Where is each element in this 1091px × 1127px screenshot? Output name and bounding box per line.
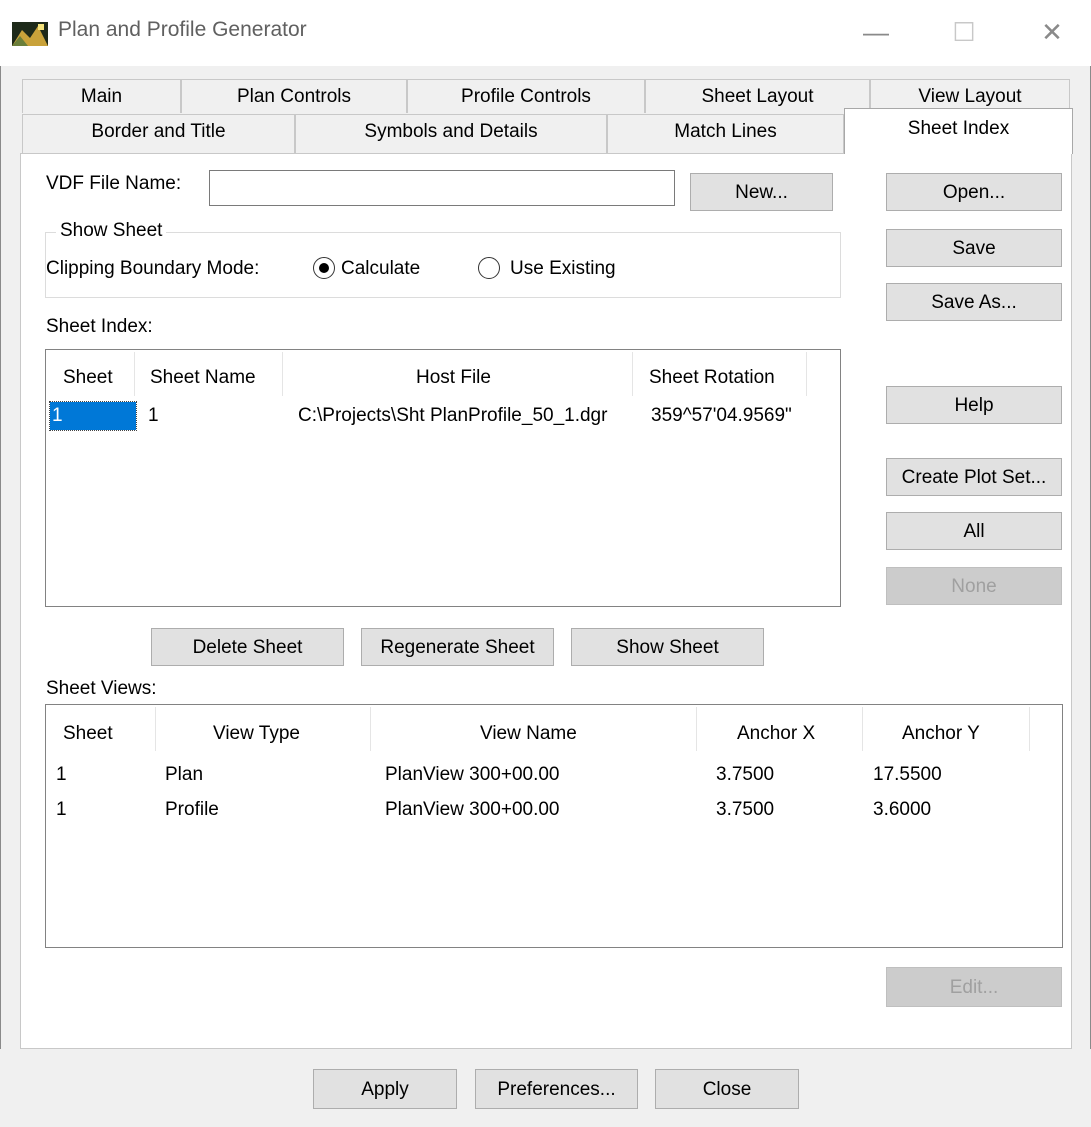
tab-label: Sheet Layout <box>701 86 814 107</box>
view-name-cell[interactable]: PlanView 300+00.00 <box>385 796 560 824</box>
column-header-sheet-rotation[interactable]: Sheet Rotation <box>649 367 775 389</box>
column-separator <box>134 352 135 396</box>
tab-profile-controls[interactable]: Profile Controls <box>407 79 645 113</box>
column-header-anchor-x[interactable]: Anchor X <box>737 723 815 745</box>
sheet-views-list[interactable]: Sheet View Type View Name Anchor X Ancho… <box>45 704 1063 948</box>
radio-dot <box>319 263 329 273</box>
apply-button[interactable]: Apply <box>313 1069 457 1109</box>
column-header-anchor-y[interactable]: Anchor Y <box>902 723 980 745</box>
sheet-rotation-cell[interactable]: 359^57'04.9569" <box>651 402 792 430</box>
host-file-cell[interactable]: C:\Projects\Sht PlanProfile_50_1.dgr <box>298 402 607 430</box>
sheet-views-label: Sheet Views: <box>46 678 157 699</box>
create-plot-set-button[interactable]: Create Plot Set... <box>886 458 1062 496</box>
tab-main[interactable]: Main <box>22 79 181 113</box>
view-type-cell[interactable]: Profile <box>165 796 219 824</box>
column-header-sheet-name[interactable]: Sheet Name <box>150 367 256 389</box>
help-button[interactable]: Help <box>886 386 1062 424</box>
title-bar: Plan and Profile Generator — ☐ ✕ <box>0 0 1091 66</box>
open-button[interactable]: Open... <box>886 173 1062 211</box>
vdf-file-name-label: VDF File Name: <box>46 173 182 194</box>
column-separator <box>806 352 807 396</box>
tab-label: Symbols and Details <box>364 121 538 142</box>
tab-label: Border and Title <box>91 121 226 142</box>
save-button[interactable]: Save <box>886 229 1062 267</box>
table-row[interactable]: 1 Profile PlanView 300+00.00 3.7500 3.60… <box>48 796 1058 824</box>
tab-label: Plan Controls <box>236 86 352 107</box>
calculate-label: Calculate <box>341 258 421 279</box>
radio-selected-icon <box>313 257 335 279</box>
use-existing-radio[interactable]: Use Existing <box>478 256 638 282</box>
none-button[interactable]: None <box>886 567 1062 605</box>
show-sheet-button[interactable]: Show Sheet <box>571 628 764 666</box>
column-header-sheet[interactable]: Sheet <box>63 367 113 389</box>
calculate-radio[interactable]: Calculate <box>313 256 443 282</box>
save-as-button[interactable]: Save As... <box>886 283 1062 321</box>
column-separator <box>632 352 633 396</box>
tab-label: Sheet Index <box>907 118 1010 139</box>
show-sheet-legend: Show Sheet <box>56 220 167 242</box>
tab-label: Main <box>80 86 123 107</box>
delete-sheet-button[interactable]: Delete Sheet <box>151 628 344 666</box>
sheet-cell[interactable]: 1 <box>56 796 67 824</box>
sheet-index-label: Sheet Index: <box>46 316 153 337</box>
tab-label: Profile Controls <box>461 86 591 107</box>
column-separator <box>862 707 863 751</box>
column-header-view-name[interactable]: View Name <box>480 723 577 745</box>
close-icon[interactable]: ✕ <box>1022 10 1082 54</box>
sheet-index-list[interactable]: Sheet Sheet Name Host File Sheet Rotatio… <box>45 349 841 607</box>
anchor-x-cell[interactable]: 3.7500 <box>716 796 774 824</box>
tab-label: Match Lines <box>674 121 777 142</box>
view-type-cell[interactable]: Plan <box>165 761 203 789</box>
vdf-file-name-input[interactable] <box>209 170 675 206</box>
column-header-sheet[interactable]: Sheet <box>63 723 113 745</box>
anchor-y-cell[interactable]: 3.6000 <box>873 796 931 824</box>
column-header-host-file[interactable]: Host File <box>416 367 491 389</box>
use-existing-label: Use Existing <box>510 258 616 279</box>
all-button[interactable]: All <box>886 512 1062 550</box>
sheet-name-cell[interactable]: 1 <box>148 402 159 430</box>
column-separator <box>370 707 371 751</box>
tab-match-lines[interactable]: Match Lines <box>607 114 844 154</box>
radio-unselected-icon <box>478 257 500 279</box>
column-header-view-type[interactable]: View Type <box>213 723 300 745</box>
regenerate-sheet-button[interactable]: Regenerate Sheet <box>361 628 554 666</box>
preferences-button[interactable]: Preferences... <box>475 1069 638 1109</box>
table-row[interactable]: 1 Plan PlanView 300+00.00 3.7500 17.5500 <box>48 761 1058 789</box>
tab-plan-controls[interactable]: Plan Controls <box>181 79 407 113</box>
sheet-cell[interactable]: 1 <box>56 761 67 789</box>
edit-button[interactable]: Edit... <box>886 967 1062 1007</box>
table-row[interactable]: 1 1 C:\Projects\Sht PlanProfile_50_1.dgr… <box>48 401 838 431</box>
column-separator <box>155 707 156 751</box>
anchor-x-cell[interactable]: 3.7500 <box>716 761 774 789</box>
tab-border-and-title[interactable]: Border and Title <box>22 114 295 154</box>
window-title: Plan and Profile Generator <box>58 18 307 41</box>
close-button[interactable]: Close <box>655 1069 799 1109</box>
column-separator <box>696 707 697 751</box>
new-button[interactable]: New... <box>690 173 833 211</box>
tab-sheet-index[interactable]: Sheet Index <box>844 108 1073 154</box>
tab-sheet-layout[interactable]: Sheet Layout <box>645 79 870 113</box>
minimize-icon[interactable]: — <box>846 10 906 54</box>
clipping-boundary-mode-label: Clipping Boundary Mode: <box>46 258 260 279</box>
view-name-cell[interactable]: PlanView 300+00.00 <box>385 761 560 789</box>
column-separator <box>1029 707 1030 751</box>
column-separator <box>282 352 283 396</box>
tab-label: View Layout <box>918 86 1022 107</box>
anchor-y-cell[interactable]: 17.5500 <box>873 761 942 789</box>
sheet-cell[interactable]: 1 <box>49 401 137 431</box>
tab-symbols-and-details[interactable]: Symbols and Details <box>295 114 607 154</box>
maximize-icon[interactable]: ☐ <box>934 10 994 54</box>
app-icon <box>12 22 48 46</box>
